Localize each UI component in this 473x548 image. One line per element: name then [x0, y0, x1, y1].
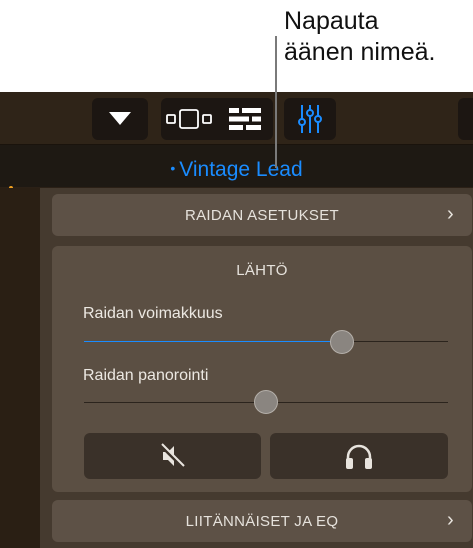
- patch-name-dot: •: [170, 160, 176, 176]
- view-toggle-group: [161, 98, 273, 140]
- track-view-button[interactable]: [161, 98, 217, 140]
- callout-text: Napauta äänen nimeä.: [284, 7, 436, 66]
- solo-button[interactable]: [270, 433, 448, 479]
- pan-label: Raidan panorointi: [83, 367, 209, 384]
- track-header-strip: [0, 188, 40, 548]
- toolbar-overflow-button[interactable]: [458, 98, 473, 140]
- list-view-icon: [229, 108, 261, 130]
- output-title: LÄHTÖ: [236, 262, 288, 279]
- mute-speaker-icon: [159, 443, 185, 469]
- headphones-icon: [346, 444, 372, 469]
- list-view-button[interactable]: [217, 98, 273, 140]
- patch-name-button[interactable]: • Vintage Lead: [0, 158, 473, 182]
- mixer-button[interactable]: [284, 98, 336, 140]
- plugins-eq-label: LIITÄNNÄISET JA EQ: [185, 512, 339, 530]
- volume-slider[interactable]: [84, 341, 448, 342]
- patch-name-label: Vintage Lead: [179, 158, 303, 181]
- volume-slider-fill: [84, 341, 343, 342]
- mixer-sliders-icon: [298, 105, 322, 133]
- track-settings-label: RAIDAN ASETUKSET: [184, 206, 339, 224]
- dropdown-button[interactable]: [92, 98, 148, 140]
- mute-button[interactable]: [84, 433, 261, 479]
- track-view-icon: [166, 109, 212, 129]
- track-settings-header[interactable]: RAIDAN ASETUKSET ›: [52, 194, 472, 236]
- callout-pointer-line: [275, 36, 277, 168]
- output-section: LÄHTÖ Raidan voimakkuus Raidan panoroint…: [52, 246, 472, 492]
- volume-label: Raidan voimakkuus: [83, 305, 223, 322]
- dropdown-triangle-icon: [109, 112, 131, 125]
- pan-slider-knob[interactable]: [254, 390, 278, 414]
- chevron-right-icon: ›: [447, 203, 454, 225]
- volume-slider-knob[interactable]: [330, 330, 355, 354]
- toolbar: [0, 92, 473, 145]
- plugins-eq-header[interactable]: LIITÄNNÄISET JA EQ ›: [52, 500, 472, 542]
- chevron-right-icon: ›: [447, 509, 454, 531]
